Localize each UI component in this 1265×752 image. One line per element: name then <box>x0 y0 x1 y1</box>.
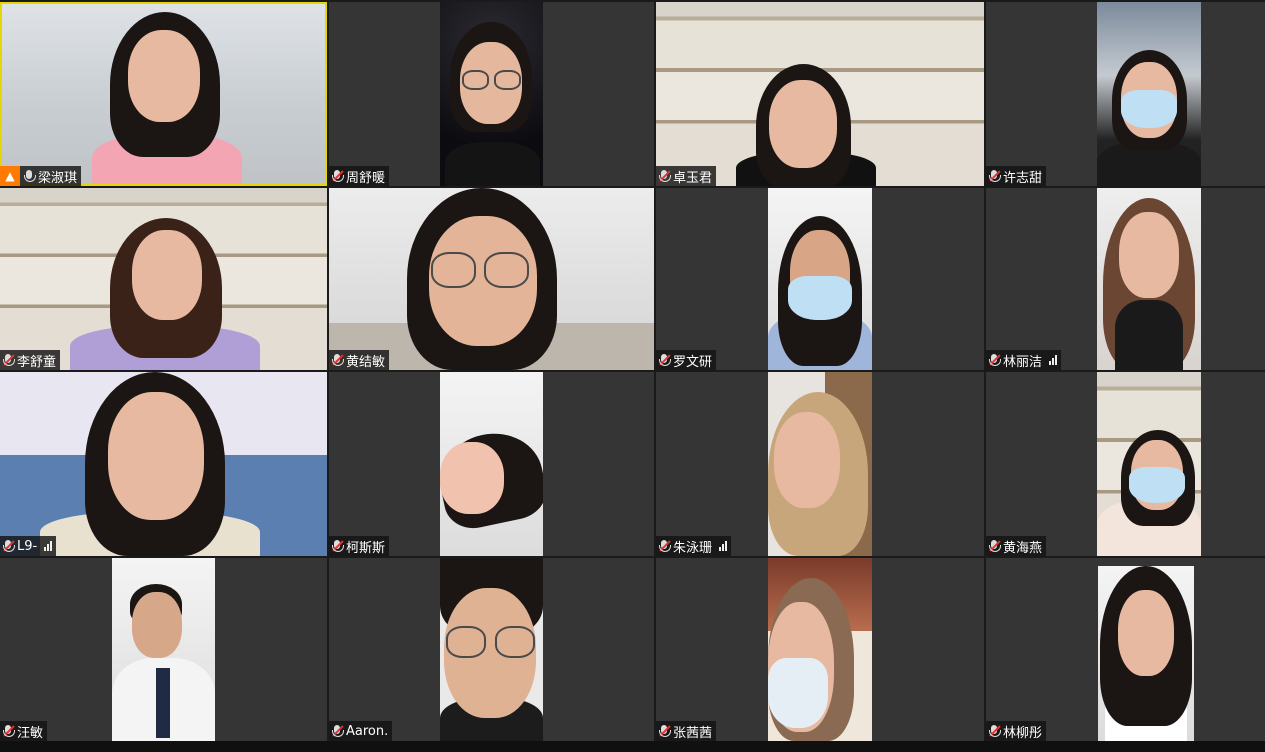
name-label: 林丽洁 <box>986 350 1062 370</box>
participant-tile[interactable]: 黄海燕 <box>986 372 1265 556</box>
participant-tile[interactable]: 汪敏 <box>0 558 327 741</box>
muted-microphone-icon <box>2 353 15 367</box>
participant-name: 梁淑琪 <box>38 170 78 186</box>
name-label: 黄海燕 <box>986 536 1047 556</box>
participant-tile[interactable]: 张茜茜 <box>656 558 984 741</box>
signal-strength-icon <box>44 541 53 551</box>
participant-video <box>440 558 543 741</box>
participant-video <box>1097 188 1201 370</box>
signal-strength-icon <box>1049 355 1058 365</box>
muted-microphone-icon <box>331 724 344 738</box>
participant-name: 汪敏 <box>17 725 44 741</box>
muted-microphone-icon <box>988 539 1001 553</box>
participant-name: 许志甜 <box>1003 170 1043 186</box>
participant-name: 李舒童 <box>17 354 57 370</box>
name-label: Aaron. <box>329 721 393 741</box>
muted-microphone-icon <box>988 169 1001 183</box>
participant-video <box>440 2 543 186</box>
participant-tile[interactable]: 许志甜 <box>986 2 1265 186</box>
participant-tile[interactable]: 周舒暖 <box>329 2 654 186</box>
participant-name: Aaron. <box>346 723 389 739</box>
participant-name: 周舒暖 <box>346 170 386 186</box>
name-label: 罗文研 <box>656 350 717 370</box>
participant-name: L9- <box>17 538 38 554</box>
participant-video <box>768 558 872 741</box>
participant-video <box>1097 2 1201 186</box>
bottom-bar <box>0 741 1265 752</box>
participant-name: 黄结敏 <box>346 354 386 370</box>
participant-tile[interactable]: 罗文研 <box>656 188 984 370</box>
name-label: 柯斯斯 <box>329 536 390 556</box>
participant-tile[interactable]: 柯斯斯 <box>329 372 654 556</box>
participant-video <box>0 372 327 556</box>
muted-microphone-icon <box>331 169 344 183</box>
participant-video <box>656 2 984 186</box>
participant-tile[interactable]: 卓玉君 <box>656 2 984 186</box>
participant-video <box>0 2 327 186</box>
participant-tile[interactable]: ▲ 梁淑琪 <box>0 2 327 186</box>
name-label: 李舒童 <box>0 350 61 370</box>
participant-name: 朱泳珊 <box>673 540 713 556</box>
participant-tile[interactable]: 林丽洁 <box>986 188 1265 370</box>
participant-video <box>1097 372 1201 556</box>
participant-video <box>0 188 327 370</box>
name-label: 卓玉君 <box>656 166 717 186</box>
participant-video <box>329 188 654 370</box>
muted-microphone-icon <box>988 724 1001 738</box>
participant-video <box>440 372 543 556</box>
name-label: L9- <box>0 536 57 556</box>
name-label: 张茜茜 <box>656 721 717 741</box>
participant-tile[interactable]: 黄结敏 <box>329 188 654 370</box>
participant-name: 卓玉君 <box>673 170 713 186</box>
muted-microphone-icon <box>2 539 15 553</box>
participant-video <box>768 372 872 556</box>
name-label: 林柳彤 <box>986 721 1047 741</box>
participant-video <box>768 188 872 370</box>
participant-name: 林柳彤 <box>1003 725 1043 741</box>
participant-tile[interactable]: Aaron. <box>329 558 654 741</box>
participant-name: 张茜茜 <box>673 725 713 741</box>
muted-microphone-icon <box>331 353 344 367</box>
name-label: 许志甜 <box>986 166 1047 186</box>
name-label: 黄结敏 <box>329 350 390 370</box>
name-label: 周舒暖 <box>329 166 390 186</box>
muted-microphone-icon <box>331 539 344 553</box>
participant-tile[interactable]: L9- <box>0 372 327 556</box>
participant-name: 黄海燕 <box>1003 540 1043 556</box>
muted-microphone-icon <box>658 169 671 183</box>
person-icon: ▲ <box>0 166 20 186</box>
participant-name: 柯斯斯 <box>346 540 386 556</box>
name-label: ▲ 梁淑琪 <box>0 166 82 186</box>
muted-microphone-icon <box>658 724 671 738</box>
muted-microphone-icon <box>658 353 671 367</box>
name-label: 朱泳珊 <box>656 536 732 556</box>
participant-video <box>112 558 215 741</box>
muted-microphone-icon <box>2 724 15 738</box>
participant-tile[interactable]: 李舒童 <box>0 188 327 370</box>
participant-name: 罗文研 <box>673 354 713 370</box>
video-gallery: ▲ 梁淑琪 周舒暖 卓玉君 许志甜 李舒童 黄结敏 罗文研 林丽洁 L9- 柯斯… <box>0 0 1265 752</box>
muted-microphone-icon <box>658 539 671 553</box>
participant-video <box>1098 566 1194 741</box>
muted-microphone-icon <box>988 353 1001 367</box>
microphone-icon <box>23 169 36 183</box>
participant-tile[interactable]: 林柳彤 <box>986 558 1265 741</box>
name-label: 汪敏 <box>0 721 48 741</box>
signal-strength-icon <box>719 541 728 551</box>
participant-name: 林丽洁 <box>1003 354 1043 370</box>
participant-tile[interactable]: 朱泳珊 <box>656 372 984 556</box>
